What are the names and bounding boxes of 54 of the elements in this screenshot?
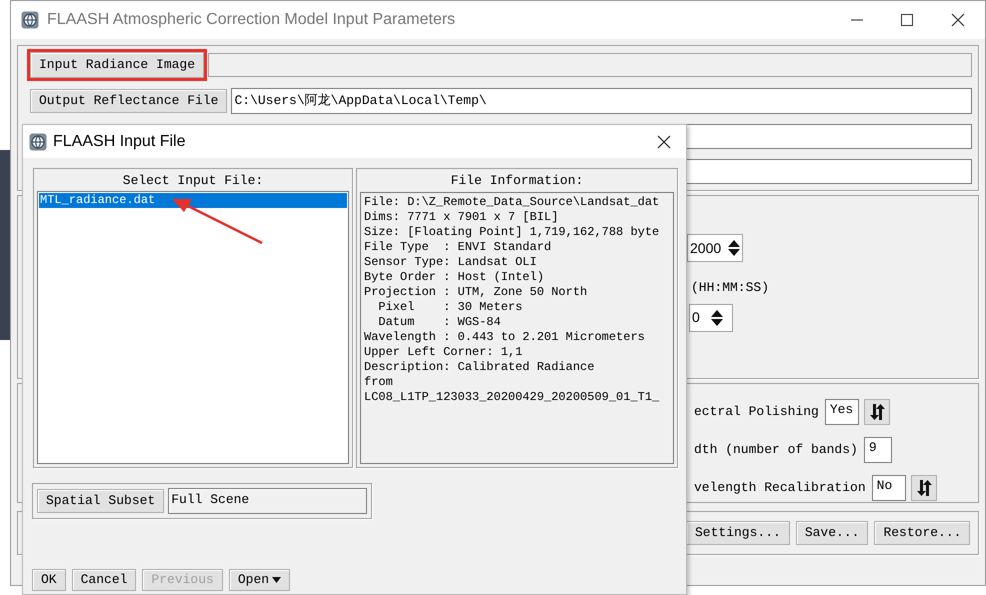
output-reflectance-button[interactable]: Output Reflectance File — [30, 89, 228, 113]
info-line: Projection : UTM, Zone 50 North — [364, 285, 588, 300]
window-title: FLAASH Atmospheric Correction Model Input Parameters — [47, 10, 456, 30]
info-line: Datum : WGS-84 — [377, 315, 502, 330]
info-heading: File Information: — [450, 173, 584, 189]
info-line: Size: [Floating Point] 1,719,162,788 byte — [364, 225, 660, 240]
option-label: velength Recalibration — [694, 479, 866, 498]
time-spinner[interactable]: 0 — [689, 304, 733, 332]
info-line: from — [364, 375, 394, 390]
dialog-title: FLAASH Input File — [53, 132, 186, 152]
info-line: Description: Calibrated Radiance — [364, 360, 596, 375]
up-down-arrows-icon — [914, 480, 933, 496]
info-line: Byte Order : Host (Intel) — [364, 270, 546, 285]
footer-button[interactable]: Settings... — [686, 521, 790, 545]
subset-field[interactable]: Full Scene — [168, 488, 367, 514]
input-file-field[interactable] — [208, 53, 972, 77]
file-list-item[interactable]: MTL_radiance.dat — [39, 193, 347, 208]
output-file-field[interactable]: C:\Users\阿龙\AppData\Local\Temp\ — [231, 88, 972, 114]
input-radiance-button[interactable]: Input Radiance Image — [30, 52, 204, 78]
footer-button[interactable]: Restore... — [874, 521, 970, 545]
info-line: File: D:\Z_Remote_Data_Source\Landsat_dat — [364, 195, 660, 210]
info-line: Dims: 7771 x 7901 x 7 [BIL] — [364, 210, 560, 225]
dialog-button[interactable]: Cancel — [72, 569, 136, 591]
year-spinner[interactable]: 2000 — [687, 234, 743, 262]
option-field[interactable]: 9 — [864, 437, 892, 463]
maximize-icon[interactable] — [901, 14, 913, 26]
info-line: Pixel : 30 Meters — [377, 300, 524, 315]
dropdown-caret-icon — [272, 577, 282, 583]
spinner-arrows-icon[interactable] — [727, 239, 742, 257]
option-value: Yes — [824, 399, 859, 425]
minimize-icon[interactable] — [851, 19, 863, 21]
list-heading: Select Input File: — [122, 173, 264, 189]
info-line: Wavelength : 0.443 to 2.201 Micrometers — [364, 330, 646, 345]
spinner-arrows-icon[interactable] — [710, 308, 724, 326]
toggle-button[interactable] — [910, 475, 937, 501]
option-label: ectral Polishing — [694, 403, 819, 422]
up-down-arrows-icon — [868, 404, 886, 420]
info-line: Upper Left Corner: 1,1 — [364, 345, 524, 360]
info-line: Sensor Type: Landsat OLI — [364, 255, 538, 270]
option-value: No — [872, 475, 906, 501]
spatial-subset-button[interactable]: Spatial Subset — [37, 489, 164, 513]
toggle-button[interactable] — [864, 399, 890, 425]
dialog-button[interactable]: Open — [228, 569, 290, 591]
dialog-button[interactable]: OK — [32, 569, 66, 591]
close-icon[interactable] — [951, 13, 965, 27]
app-globe-icon — [21, 11, 39, 29]
footer-button[interactable]: Save... — [796, 521, 868, 545]
option-label: dth (number of bands) — [694, 441, 858, 460]
info-line: File Type : ENVI Standard — [364, 240, 552, 255]
close-icon[interactable] — [657, 134, 671, 148]
app-globe-icon — [29, 132, 47, 150]
time-format-label: (HH:MM:SS) — [691, 279, 770, 297]
info-line: LC08_L1TP_123033_20200429_20200509_01_T1_ — [364, 390, 660, 405]
dialog-button: Previous — [142, 569, 223, 591]
